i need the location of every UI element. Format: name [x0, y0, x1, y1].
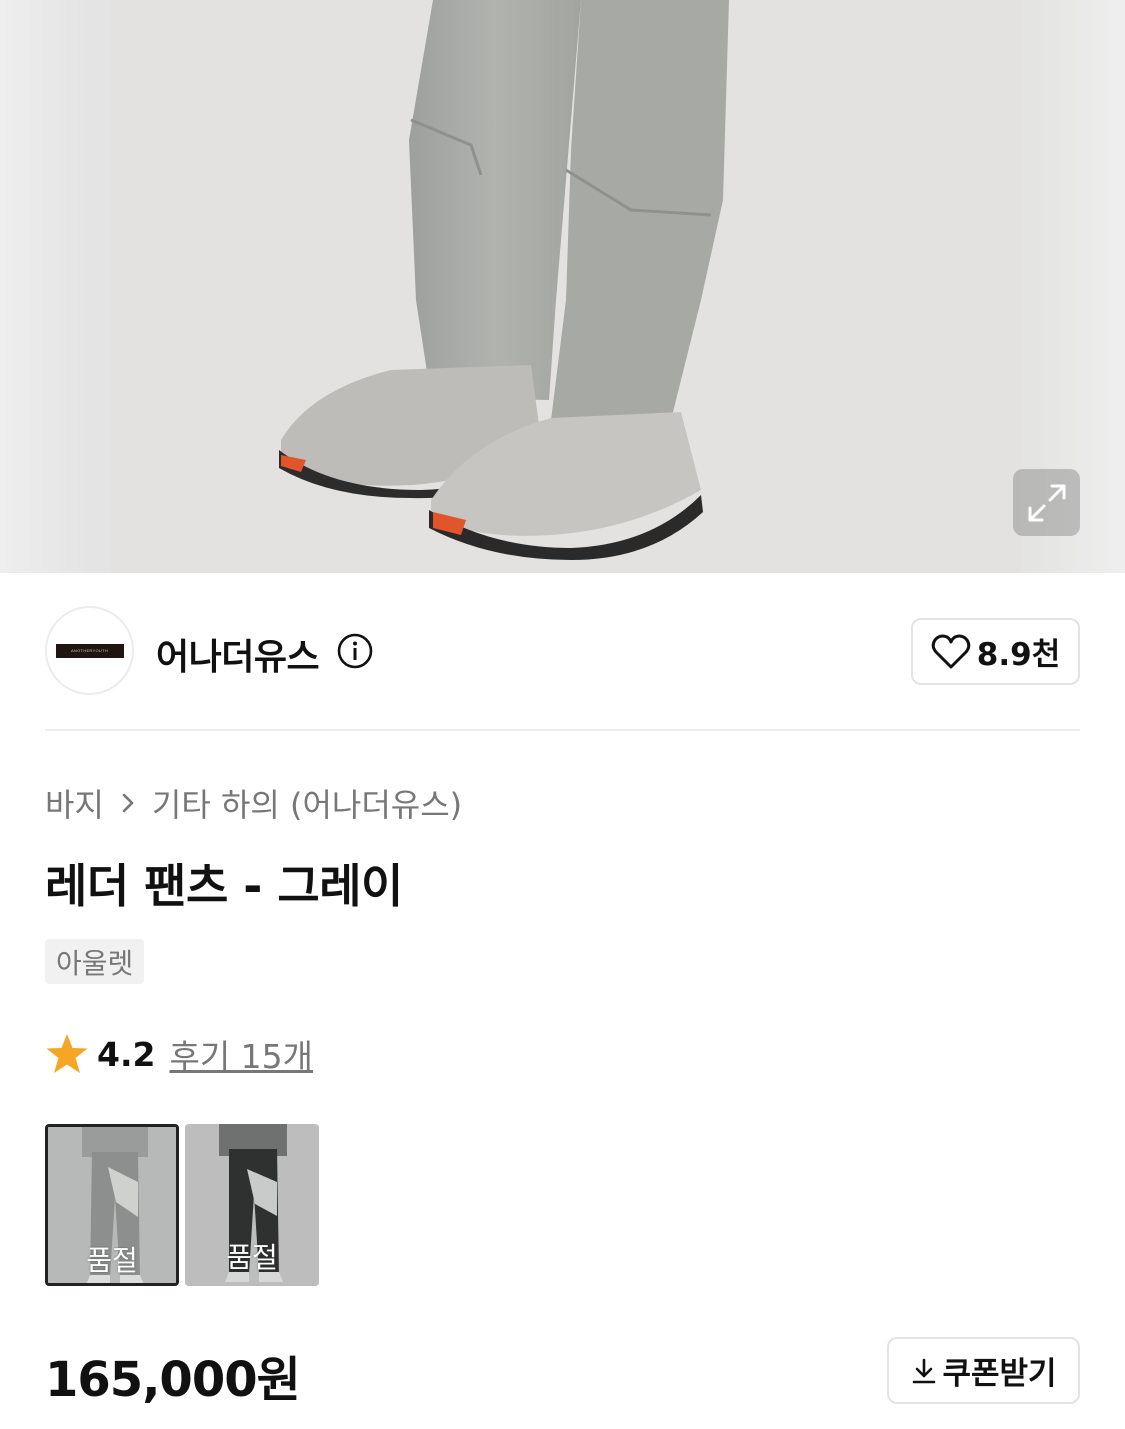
brand-name[interactable]: 어나더유스 — [156, 628, 320, 680]
brand-logo[interactable]: ANOTHERYOUTH — [45, 606, 134, 695]
soldout-label: 품절 — [86, 1244, 138, 1277]
star-icon — [46, 1034, 88, 1073]
brand-like-button[interactable]: 8.9천 — [911, 618, 1080, 685]
model-legs-illustration — [111, 0, 1022, 573]
like-count: 8.9천 — [976, 637, 1061, 673]
soldout-label: 품절 — [226, 1241, 278, 1274]
breadcrumb-category[interactable]: 바지 — [45, 780, 104, 826]
rating-row: 4.2 후기 15개 — [45, 1030, 313, 1078]
breadcrumb: 바지 기타 하의 (어나더유스) — [45, 780, 462, 826]
expand-image-button[interactable] — [1013, 469, 1080, 536]
brand-row: ANOTHERYOUTH 어나더유스 8.9천 — [45, 606, 1080, 696]
breadcrumb-subcategory[interactable]: 기타 하의 (어나더유스) — [152, 780, 462, 826]
divider — [45, 729, 1080, 731]
chevron-right-icon — [122, 793, 134, 813]
color-option-gray[interactable]: 품절 — [45, 1124, 179, 1286]
coupon-download-button[interactable]: 쿠폰받기 — [887, 1337, 1080, 1404]
outlet-badge: 아울렛 — [45, 939, 145, 984]
product-price: 165,000원 — [45, 1352, 301, 1408]
color-options: 품절 품절 — [45, 1124, 319, 1286]
product-photo — [111, 0, 1022, 573]
heart-icon — [931, 634, 971, 668]
expand-icon — [1028, 484, 1065, 521]
rating-score: 4.2 — [97, 1034, 156, 1074]
product-title: 레더 팬츠 - 그레이 — [45, 859, 403, 913]
product-hero-image — [0, 0, 1125, 573]
color-option-black[interactable]: 품절 — [185, 1124, 319, 1286]
download-icon — [913, 1358, 936, 1383]
coupon-label: 쿠폰받기 — [942, 1356, 1057, 1392]
brand-logo-text: ANOTHERYOUTH — [55, 643, 124, 658]
info-icon[interactable] — [337, 633, 373, 669]
review-count-link[interactable]: 후기 15개 — [169, 1030, 313, 1078]
